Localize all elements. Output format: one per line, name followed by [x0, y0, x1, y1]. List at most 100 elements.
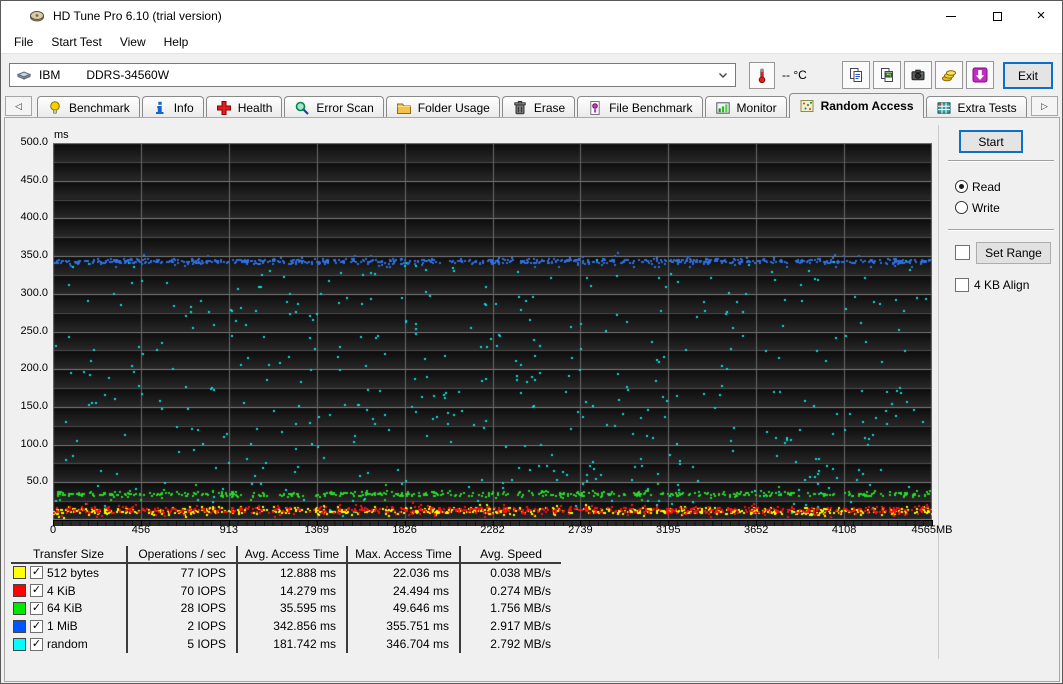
trash-icon	[512, 100, 528, 116]
tab-random-access[interactable]: Random Access	[789, 93, 924, 118]
tab-info[interactable]: Info	[142, 96, 204, 118]
cell-max: 24.494 ms	[346, 582, 459, 600]
series-label: 512 bytes	[47, 566, 99, 580]
x-axis-tick-label: 2739	[568, 524, 592, 536]
results-table: Transfer SizeOperations / secAvg. Access…	[11, 546, 561, 653]
cell-ops: 2 IOPS	[126, 617, 236, 635]
4kb-align-label: 4 KB Align	[974, 278, 1029, 292]
series-color-swatch	[13, 584, 26, 597]
start-button[interactable]: Start	[959, 130, 1023, 153]
cell-max: 346.704 ms	[346, 635, 459, 653]
tab-scroll-left-button[interactable]: ◁	[5, 96, 32, 116]
cell-avg: 35.595 ms	[236, 600, 346, 618]
tab-extra-tests[interactable]: Extra Tests	[926, 96, 1027, 118]
menu-item-start-test[interactable]: Start Test	[42, 31, 110, 53]
set-range-checkbox[interactable]	[955, 245, 970, 260]
tab-error-scan[interactable]: Error Scan	[284, 96, 383, 118]
series-visibility-checkbox[interactable]: ✓	[30, 566, 43, 579]
x-axis-tick-label: 2282	[480, 524, 504, 536]
random-access-icon	[799, 98, 815, 114]
temperature-value: -- °C	[782, 62, 807, 89]
x-axis-tick-label: 913	[220, 524, 238, 536]
x-axis-tick-label: 1826	[392, 524, 416, 536]
monitor-icon	[715, 100, 731, 116]
read-radio-label: Read	[972, 180, 1001, 194]
cell-ops: 77 IOPS	[126, 564, 236, 582]
chevron-down-icon	[715, 67, 731, 83]
write-radio-label: Write	[972, 201, 1000, 215]
series-label: random	[47, 637, 88, 651]
tab-file-benchmark[interactable]: File Benchmark	[577, 96, 702, 118]
y-axis-tick-label: 500.0	[11, 136, 48, 150]
menu-bar: FileStart TestViewHelp	[1, 31, 1063, 53]
read-radio[interactable]	[955, 180, 968, 193]
copy-image-button[interactable]	[873, 61, 901, 89]
4kb-align-checkbox[interactable]	[955, 278, 969, 292]
extra-tests-icon	[936, 100, 952, 116]
menu-item-file[interactable]: File	[5, 31, 42, 53]
series-color-swatch	[13, 602, 26, 615]
cell-max: 49.646 ms	[346, 600, 459, 618]
series-visibility-checkbox[interactable]: ✓	[30, 638, 43, 651]
table-row-4-kib: ✓4 KiB70 IOPS14.279 ms24.494 ms0.274 MB/…	[11, 582, 561, 600]
screenshot-button[interactable]	[904, 61, 932, 89]
close-button[interactable]: ×	[1018, 1, 1063, 31]
info-icon	[152, 100, 168, 116]
x-axis-tick-label: 4565MB	[912, 524, 953, 536]
cell-max: 22.036 ms	[346, 564, 459, 582]
maximize-button[interactable]	[974, 1, 1020, 31]
export-button[interactable]	[966, 61, 994, 89]
series-label: 4 KiB	[47, 584, 76, 598]
set-range-button[interactable]: Set Range	[976, 242, 1051, 264]
column-header: Max. Access Time	[346, 546, 459, 562]
tab-benchmark[interactable]: Benchmark	[37, 96, 140, 118]
cell-avg: 181.742 ms	[236, 635, 346, 653]
cell-speed: 0.038 MB/s	[459, 564, 561, 582]
download-icon	[972, 67, 988, 83]
temperature-button[interactable]	[749, 62, 775, 89]
separator	[948, 229, 1054, 231]
menu-item-view[interactable]: View	[111, 31, 155, 53]
y-axis-tick-label: 300.0	[11, 287, 48, 301]
y-axis-tick-label: 250.0	[11, 325, 48, 339]
tab-scroll-right-button[interactable]: ▷	[1031, 96, 1058, 116]
cell-max: 355.751 ms	[346, 617, 459, 635]
tab-label: Folder Usage	[418, 101, 490, 115]
hard-disk-icon	[16, 67, 32, 83]
y-axis-tick-label: 100.0	[11, 438, 48, 452]
save-results-button[interactable]	[935, 61, 963, 89]
tab-label: Extra Tests	[958, 101, 1017, 115]
menu-item-help[interactable]: Help	[155, 31, 198, 53]
drive-selector[interactable]: IBM DDRS-34560W	[9, 63, 736, 87]
x-axis-tick-label: 3195	[656, 524, 680, 536]
4kb-align-option: 4 KB Align	[955, 277, 1029, 292]
tab-folder-usage[interactable]: Folder Usage	[386, 96, 500, 118]
scroll-right-icon: ▷	[1041, 101, 1048, 112]
exit-button[interactable]: Exit	[1003, 62, 1053, 89]
health-icon	[216, 100, 232, 116]
y-axis-tick-label: 150.0	[11, 400, 48, 414]
copy-text-button[interactable]	[842, 61, 870, 89]
tab-health[interactable]: Health	[206, 96, 283, 118]
series-color-swatch	[13, 638, 26, 651]
cell-ops: 70 IOPS	[126, 582, 236, 600]
write-radio[interactable]	[955, 201, 968, 214]
column-header: Avg. Speed	[459, 546, 561, 562]
series-visibility-checkbox[interactable]: ✓	[30, 602, 43, 615]
start-button-label: Start	[978, 135, 1003, 149]
y-axis-tick-label: 200.0	[11, 362, 48, 376]
table-header-row: Transfer SizeOperations / secAvg. Access…	[11, 546, 561, 564]
y-axis-tick-label: 400.0	[11, 211, 48, 225]
series-visibility-checkbox[interactable]: ✓	[30, 584, 43, 597]
cell-speed: 1.756 MB/s	[459, 600, 561, 618]
series-label: 64 KiB	[47, 601, 82, 615]
tab-erase[interactable]: Erase	[502, 96, 575, 118]
set-range-button-label: Set Range	[985, 246, 1042, 260]
tab-label: Health	[238, 101, 273, 115]
tab-monitor[interactable]: Monitor	[705, 96, 787, 118]
close-icon: ×	[1037, 1, 1046, 31]
minimize-button[interactable]	[928, 1, 974, 31]
table-row-1-mib: ✓1 MiB2 IOPS342.856 ms355.751 ms2.917 MB…	[11, 617, 561, 635]
series-visibility-checkbox[interactable]: ✓	[30, 620, 43, 633]
copy-text-icon	[848, 67, 864, 83]
